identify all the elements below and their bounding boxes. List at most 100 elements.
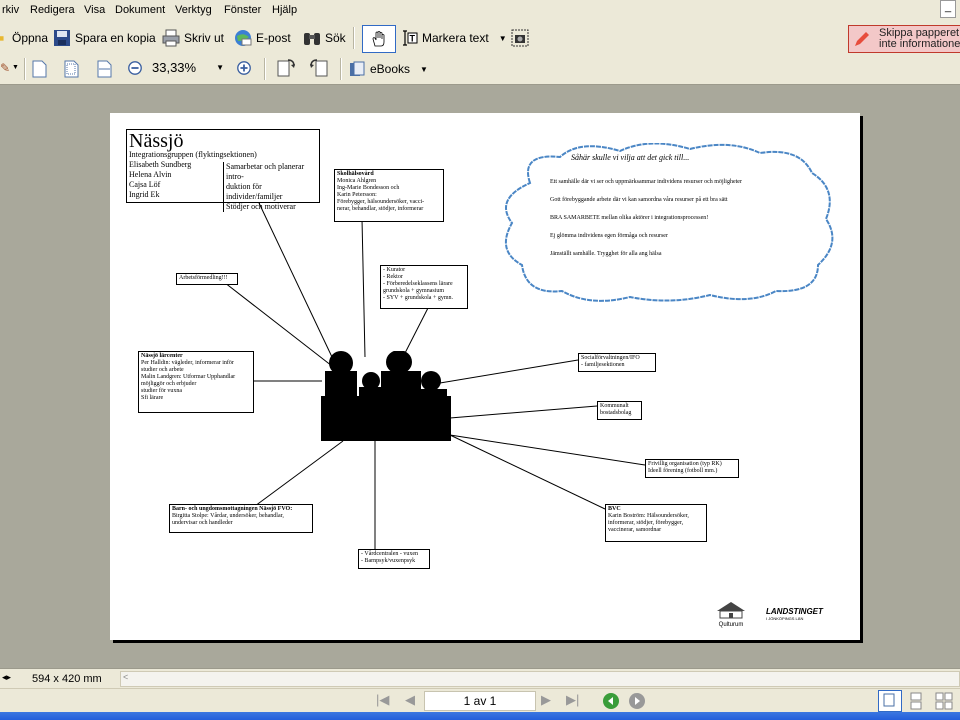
hand-tool-button[interactable] bbox=[362, 25, 396, 53]
housing-company-text: Kommunalt bostadsbolag bbox=[600, 403, 632, 416]
toolbar-separator bbox=[24, 58, 26, 80]
single-page-icon bbox=[883, 693, 895, 707]
open-button[interactable]: Öppna bbox=[0, 27, 48, 49]
binoculars-icon bbox=[304, 33, 320, 45]
toolbar-separator bbox=[340, 58, 342, 80]
bvc-title: BVC bbox=[608, 506, 621, 512]
ebooks-button[interactable]: eBooks ▼ bbox=[348, 58, 428, 80]
nassjo-group-desc: Samarbetar och planerar intro- duktion f… bbox=[223, 162, 319, 212]
go-back-icon[interactable] bbox=[602, 692, 620, 710]
banner-ad[interactable]: Skippa papperet inte informatione bbox=[848, 25, 960, 53]
cloud-shape bbox=[504, 143, 834, 302]
cloud-line-4: Ej glömma individens egen förmåga och re… bbox=[550, 233, 668, 239]
zoom-in-icon[interactable] bbox=[236, 60, 252, 76]
rotate-clockwise-icon[interactable] bbox=[276, 58, 296, 78]
skolhalsovard-title: Skolhälsovård bbox=[337, 171, 374, 177]
select-text-button[interactable]: T Markera text ▼ bbox=[400, 27, 507, 49]
zoom-select[interactable]: 33,33% ▼ bbox=[148, 59, 226, 77]
voluntary-org-text: Frivillig organisation (typ RK) Ideell f… bbox=[648, 461, 722, 474]
page-number-field[interactable]: 1 av 1 bbox=[424, 691, 536, 711]
facing-pages-icon[interactable] bbox=[934, 692, 954, 710]
landstinget-subtext: I JÖNKÖPINGS LÄN bbox=[766, 616, 804, 621]
status-bar: ◂▸ 594 x 420 mm < bbox=[0, 668, 960, 689]
menu-view[interactable]: Visa bbox=[84, 4, 105, 16]
fit-page-icon[interactable] bbox=[62, 60, 80, 78]
cloud-line-5: Jämställt samhälle. Trygghet för alla an… bbox=[550, 251, 662, 257]
landstinget-text: LANDSTINGET bbox=[766, 607, 823, 616]
banner-line2: inte informatione bbox=[879, 38, 960, 50]
horizontal-scrollbar[interactable]: < bbox=[120, 671, 960, 687]
chevron-down-icon[interactable]: ▼ bbox=[12, 64, 19, 71]
menu-document[interactable]: Dokument bbox=[115, 4, 165, 16]
go-forward-icon[interactable] bbox=[628, 692, 646, 710]
youth-clinic-title: Barn- och ungdomsmottagningen Nässjö FVO… bbox=[172, 506, 293, 512]
skolhalsovard-box: Skolhälsovård Monica Ahlgren Ing-Marie B… bbox=[334, 169, 444, 222]
next-page-icon[interactable]: ▶ bbox=[541, 692, 551, 708]
qulturum-logo: Qulturum bbox=[713, 599, 749, 629]
social-services-box: Socialförvaltningen/IFO - familjesektion… bbox=[578, 353, 656, 372]
school-staff-box: - Kurator - Rektor - Förberedelseklassen… bbox=[380, 265, 468, 309]
continuous-page-icon[interactable] bbox=[906, 692, 926, 710]
globe-mail-icon bbox=[235, 30, 252, 46]
chevron-down-icon[interactable]: ▼ bbox=[420, 65, 428, 74]
cloud-line-2: Gott förebyggande arbete där vi kan samo… bbox=[550, 197, 728, 203]
zoom-out-icon[interactable] bbox=[127, 60, 143, 76]
toolbar-separator bbox=[353, 27, 355, 49]
chevron-down-icon[interactable]: ▼ bbox=[216, 59, 224, 77]
larcenter-box: Nässjö lärcenter Per Halldin: vägleder, … bbox=[138, 351, 254, 413]
minimize-button[interactable]: _ bbox=[940, 0, 956, 18]
cloud-heading: Såhär skulle vi vilja att det gick till.… bbox=[571, 153, 690, 162]
chevron-down-icon[interactable]: ▼ bbox=[499, 34, 507, 43]
larcenter-text: Per Halldin: vägleder, informerar inför … bbox=[141, 360, 236, 401]
nassjo-main-box: Nässjö Integrationsgruppen (flyktingsekt… bbox=[126, 129, 320, 212]
search-button[interactable]: Sök bbox=[303, 27, 346, 49]
youth-clinic-box: Barn- och ungdomsmottagningen Nässjö FVO… bbox=[169, 504, 313, 533]
menu-file[interactable]: rkiv bbox=[2, 4, 19, 16]
scroll-left-icon[interactable]: < bbox=[123, 672, 128, 682]
building-icon bbox=[717, 602, 745, 619]
print-button[interactable]: Skriv ut bbox=[162, 27, 224, 49]
search-label: Sök bbox=[325, 31, 346, 45]
zoom-value: 33,33% bbox=[152, 60, 197, 75]
taskbar-strip bbox=[0, 712, 960, 720]
last-page-icon[interactable]: ▶| bbox=[566, 692, 579, 708]
healthcare-box: - Vårdcentralen - vuxen - Barnpsyk/vuxen… bbox=[358, 549, 430, 569]
email-label: E-post bbox=[256, 31, 291, 45]
floppy-icon bbox=[54, 30, 70, 46]
single-page-view-button[interactable] bbox=[878, 690, 902, 712]
healthcare-text: - Vårdcentralen - vuxen - Barnpsyk/vuxen… bbox=[361, 551, 419, 564]
fit-width-icon[interactable] bbox=[95, 60, 113, 78]
nassjo-title: Nässjö bbox=[129, 130, 184, 152]
larcenter-title: Nässjö lärcenter bbox=[141, 353, 183, 359]
pencil-icon bbox=[855, 32, 869, 46]
menu-tools[interactable]: Verktyg bbox=[175, 4, 212, 16]
actual-size-page-icon[interactable] bbox=[30, 60, 48, 78]
cloud-line-1: Ett samhälle där vi ser och uppmärksamma… bbox=[550, 179, 742, 185]
cloud-line-3: BRA SAMARBETE mellan olika aktörer i int… bbox=[550, 215, 709, 221]
text-cursor-icon: T bbox=[403, 30, 418, 46]
skolhalsovard-text: Monica Ahlgren Ing-Marie Bondesson och K… bbox=[337, 178, 425, 212]
menu-help[interactable]: Hjälp bbox=[272, 4, 297, 16]
rotate-counterclockwise-icon[interactable] bbox=[309, 58, 329, 78]
select-text-label: Markera text bbox=[422, 31, 489, 45]
ebooks-label: eBooks bbox=[370, 62, 411, 76]
arbetsformedling-box: Arbetsförmedling!!! bbox=[176, 273, 238, 285]
previous-page-icon[interactable]: ◀ bbox=[405, 692, 415, 708]
save-copy-button[interactable]: Spara en kopia bbox=[53, 27, 156, 49]
main-toolbar: Öppna Spara en kopia Skriv ut E-post Sök… bbox=[0, 22, 960, 55]
bvc-text: Karin Boström: Hälsoundersöker, informer… bbox=[608, 513, 689, 533]
page-indicator: 1 av 1 bbox=[463, 694, 497, 708]
email-button[interactable]: E-post bbox=[234, 27, 291, 49]
snapshot-button[interactable] bbox=[511, 27, 529, 49]
voluntary-org-box: Frivillig organisation (typ RK) Ideell f… bbox=[645, 459, 739, 478]
save-copy-label: Spara en kopia bbox=[75, 31, 156, 45]
pencil-tool-icon[interactable]: ✎ bbox=[0, 61, 10, 75]
menu-edit[interactable]: Redigera bbox=[30, 4, 75, 16]
menu-bar: rkiv Redigera Visa Dokument Verktyg Föns… bbox=[0, 0, 960, 23]
print-label: Skriv ut bbox=[184, 31, 225, 45]
navigation-pane-icon[interactable]: ◂▸ bbox=[2, 672, 11, 683]
menu-window[interactable]: Fönster bbox=[224, 4, 261, 16]
first-page-icon[interactable]: |◀ bbox=[376, 692, 389, 708]
camera-icon bbox=[511, 29, 529, 47]
page-navigation-bar: |◀ ◀ 1 av 1 ▶ ▶| bbox=[0, 688, 960, 713]
